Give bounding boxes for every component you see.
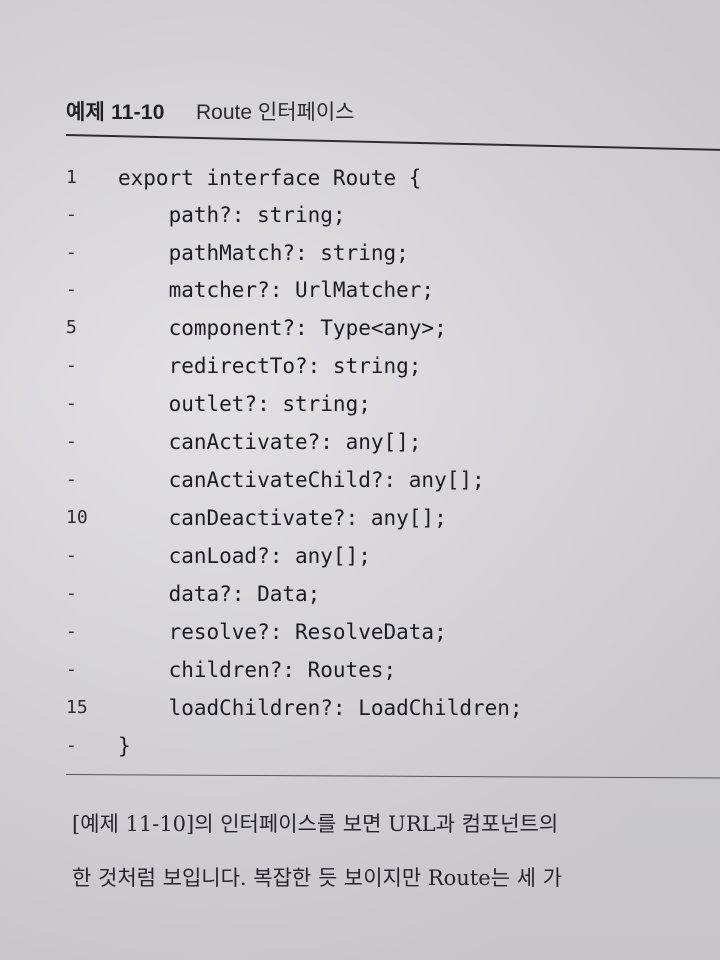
line-code: children?: Routes; — [118, 658, 397, 682]
code-line-9: - canActivateChild?: any[]; — [66, 462, 720, 498]
line-number: - — [66, 583, 77, 604]
code-bottom-rule — [65, 774, 720, 779]
code-line-2: - path?: string; — [66, 197, 720, 233]
line-number: 10 — [66, 507, 88, 528]
body-line-1: [예제 11-10]의 인터페이스를 보면 URL과 컴포넌트의 — [72, 812, 559, 836]
code-line-15: 15 loadChildren?: LoadChildren; — [66, 690, 720, 726]
code-line-14: - children?: Routes; — [66, 652, 720, 688]
line-code: resolve?: ResolveData; — [118, 620, 447, 644]
line-code: canDeactivate?: any[]; — [118, 506, 447, 530]
line-number: 5 — [66, 317, 77, 338]
body-line-2: 한 것처럼 보입니다. 복잡한 듯 보이지만 Route는 세 가 — [72, 866, 563, 890]
line-number: - — [66, 204, 77, 225]
line-code: matcher?: UrlMatcher; — [118, 278, 435, 302]
line-number: - — [66, 279, 77, 300]
line-code: outlet?: string; — [118, 392, 371, 416]
line-code: export interface Route { — [118, 166, 422, 190]
header-rule — [65, 134, 720, 151]
code-listing: 1 export interface Route { - path?: stri… — [66, 160, 720, 770]
line-number: - — [66, 545, 77, 566]
line-number: - — [66, 469, 77, 490]
code-line-10: 10 canDeactivate?: any[]; — [66, 500, 720, 536]
code-line-4: - matcher?: UrlMatcher; — [66, 272, 720, 308]
line-number: - — [66, 659, 77, 680]
line-code: redirectTo?: string; — [118, 354, 422, 378]
line-code: canLoad?: any[]; — [118, 544, 371, 568]
line-number: - — [66, 735, 77, 756]
code-line-6: - redirectTo?: string; — [66, 348, 720, 384]
example-header: 예제 11-10 Route 인터페이스 — [66, 92, 720, 132]
line-number: 1 — [66, 167, 77, 188]
line-code: component?: Type<any>; — [118, 316, 447, 340]
code-line-1: 1 export interface Route { — [66, 160, 720, 196]
line-code: loadChildren?: LoadChildren; — [118, 696, 523, 720]
line-code: pathMatch?: string; — [118, 241, 409, 265]
example-label: 예제 11-10 — [66, 101, 165, 124]
code-line-12: - data?: Data; — [66, 576, 720, 612]
code-line-7: - outlet?: string; — [66, 386, 720, 422]
code-line-11: - canLoad?: any[]; — [66, 538, 720, 574]
line-number: - — [66, 242, 77, 263]
line-code: } — [118, 734, 131, 758]
line-code: canActivate?: any[]; — [118, 430, 422, 454]
line-number: - — [66, 621, 77, 642]
code-line-16: - } — [66, 728, 720, 764]
line-number: - — [66, 355, 77, 376]
code-line-3: - pathMatch?: string; — [66, 235, 720, 271]
code-line-8: - canActivate?: any[]; — [66, 424, 720, 460]
line-code: data?: Data; — [118, 582, 321, 606]
line-number: - — [66, 393, 77, 414]
line-code: path?: string; — [118, 203, 346, 227]
line-number: - — [66, 431, 77, 452]
code-line-13: - resolve?: ResolveData; — [66, 614, 720, 650]
example-title: Route 인터페이스 — [196, 101, 355, 124]
line-code: canActivateChild?: any[]; — [118, 468, 485, 492]
line-number: 15 — [66, 697, 88, 718]
code-line-5: 5 component?: Type<any>; — [66, 310, 720, 346]
